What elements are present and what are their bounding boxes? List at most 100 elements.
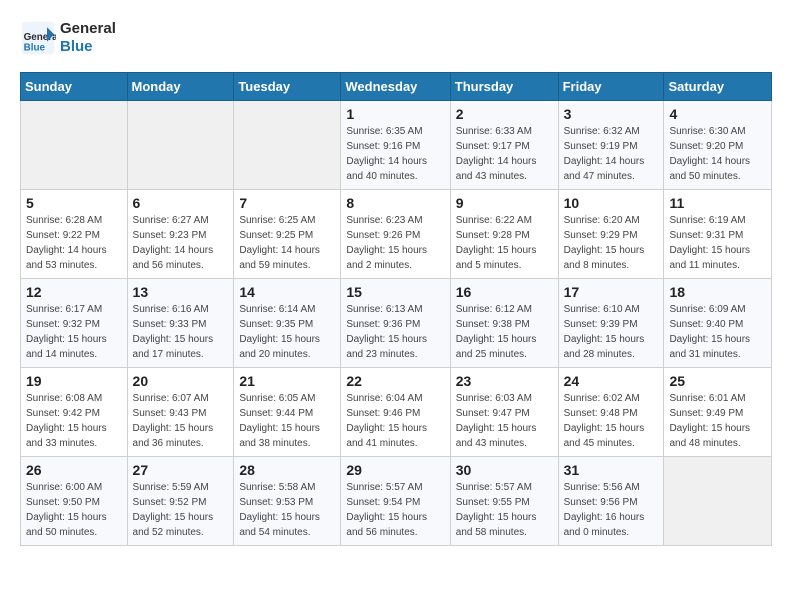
calendar-cell: 5 Sunrise: 6:28 AM Sunset: 9:22 PM Daylig… xyxy=(21,190,128,279)
logo-text-blue: Blue xyxy=(60,38,116,56)
day-number: 3 xyxy=(564,106,659,122)
day-info: Sunrise: 6:23 AM Sunset: 9:26 PM Dayligh… xyxy=(346,213,444,273)
calendar-cell: 6 Sunrise: 6:27 AM Sunset: 9:23 PM Daylig… xyxy=(127,190,234,279)
day-number: 22 xyxy=(346,373,444,389)
page-header: General Blue General Blue xyxy=(20,20,772,56)
day-number: 24 xyxy=(564,373,659,389)
day-number: 20 xyxy=(133,373,229,389)
calendar-cell: 14Sunrise: 6:14 AM Sunset: 9:35 PM Dayli… xyxy=(234,279,341,368)
day-number: 26 xyxy=(26,462,122,478)
day-info: Sunrise: 6:05 AM Sunset: 9:44 PM Dayligh… xyxy=(239,391,335,451)
calendar-cell: 29Sunrise: 5:57 AM Sunset: 9:54 PM Dayli… xyxy=(341,457,450,546)
calendar-cell: 11 Sunrise: 6:19 AM Sunset: 9:31 PM Dayli… xyxy=(664,190,772,279)
day-number: 23 xyxy=(456,373,553,389)
day-info: Sunrise: 6:28 AM Sunset: 9:22 PM Dayligh… xyxy=(26,213,122,273)
day-info: Sunrise: 6:33 AM Sunset: 9:17 PM Dayligh… xyxy=(456,124,553,184)
day-number: 5 xyxy=(26,195,122,211)
day-info: Sunrise: 6:32 AM Sunset: 9:19 PM Dayligh… xyxy=(564,124,659,184)
calendar-cell: 30 Sunrise: 5:57 AM Sunset: 9:55 PM Dayli… xyxy=(450,457,558,546)
day-number: 1 xyxy=(346,106,444,122)
day-number: 6 xyxy=(133,195,229,211)
day-info: Sunrise: 6:04 AM Sunset: 9:46 PM Dayligh… xyxy=(346,391,444,451)
weekday-header-saturday: Saturday xyxy=(664,73,772,101)
calendar-cell: 22 Sunrise: 6:04 AM Sunset: 9:46 PM Dayli… xyxy=(341,368,450,457)
day-number: 21 xyxy=(239,373,335,389)
weekday-header-sunday: Sunday xyxy=(21,73,128,101)
calendar-cell: 28 Sunrise: 5:58 AM Sunset: 9:53 PM Dayli… xyxy=(234,457,341,546)
day-info: Sunrise: 6:20 AM Sunset: 9:29 PM Dayligh… xyxy=(564,213,659,273)
calendar-cell: 2 Sunrise: 6:33 AM Sunset: 9:17 PM Daylig… xyxy=(450,101,558,190)
calendar-cell: 4 Sunrise: 6:30 AM Sunset: 9:20 PM Daylig… xyxy=(664,101,772,190)
calendar-cell: 27 Sunrise: 5:59 AM Sunset: 9:52 PM Dayli… xyxy=(127,457,234,546)
calendar-cell: 25 Sunrise: 6:01 AM Sunset: 9:49 PM Dayli… xyxy=(664,368,772,457)
day-number: 2 xyxy=(456,106,553,122)
day-info: Sunrise: 6:13 AM Sunset: 9:36 PM Dayligh… xyxy=(346,302,444,362)
calendar-week-row: 12Sunrise: 6:17 AM Sunset: 9:32 PM Dayli… xyxy=(21,279,772,368)
day-info: Sunrise: 5:57 AM Sunset: 9:54 PM Dayligh… xyxy=(346,480,444,540)
weekday-header-row: SundayMondayTuesdayWednesdayThursdayFrid… xyxy=(21,73,772,101)
calendar-table: SundayMondayTuesdayWednesdayThursdayFrid… xyxy=(20,72,772,546)
calendar-cell: 17Sunrise: 6:10 AM Sunset: 9:39 PM Dayli… xyxy=(558,279,664,368)
calendar-cell: 12Sunrise: 6:17 AM Sunset: 9:32 PM Dayli… xyxy=(21,279,128,368)
day-number: 10 xyxy=(564,195,659,211)
day-info: Sunrise: 5:59 AM Sunset: 9:52 PM Dayligh… xyxy=(133,480,229,540)
calendar-cell: 9 Sunrise: 6:22 AM Sunset: 9:28 PM Daylig… xyxy=(450,190,558,279)
calendar-cell: 31 Sunrise: 5:56 AM Sunset: 9:56 PM Dayli… xyxy=(558,457,664,546)
logo-text-general: General xyxy=(60,20,116,38)
calendar-week-row: 19 Sunrise: 6:08 AM Sunset: 9:42 PM Dayli… xyxy=(21,368,772,457)
day-number: 15 xyxy=(346,284,444,300)
day-info: Sunrise: 6:30 AM Sunset: 9:20 PM Dayligh… xyxy=(669,124,766,184)
calendar-week-row: 1 Sunrise: 6:35 AM Sunset: 9:16 PM Daylig… xyxy=(21,101,772,190)
calendar-cell: 16Sunrise: 6:12 AM Sunset: 9:38 PM Dayli… xyxy=(450,279,558,368)
day-info: Sunrise: 6:01 AM Sunset: 9:49 PM Dayligh… xyxy=(669,391,766,451)
calendar-cell: 15 Sunrise: 6:13 AM Sunset: 9:36 PM Dayli… xyxy=(341,279,450,368)
calendar-header: SundayMondayTuesdayWednesdayThursdayFrid… xyxy=(21,73,772,101)
day-info: Sunrise: 6:07 AM Sunset: 9:43 PM Dayligh… xyxy=(133,391,229,451)
day-number: 19 xyxy=(26,373,122,389)
day-number: 8 xyxy=(346,195,444,211)
day-info: Sunrise: 6:09 AM Sunset: 9:40 PM Dayligh… xyxy=(669,302,766,362)
calendar-cell: 1 Sunrise: 6:35 AM Sunset: 9:16 PM Daylig… xyxy=(341,101,450,190)
day-number: 11 xyxy=(669,195,766,211)
day-number: 9 xyxy=(456,195,553,211)
day-number: 25 xyxy=(669,373,766,389)
day-number: 12 xyxy=(26,284,122,300)
day-info: Sunrise: 6:19 AM Sunset: 9:31 PM Dayligh… xyxy=(669,213,766,273)
day-number: 4 xyxy=(669,106,766,122)
day-info: Sunrise: 5:58 AM Sunset: 9:53 PM Dayligh… xyxy=(239,480,335,540)
day-info: Sunrise: 6:25 AM Sunset: 9:25 PM Dayligh… xyxy=(239,213,335,273)
calendar-cell xyxy=(234,101,341,190)
calendar-cell xyxy=(127,101,234,190)
calendar-cell: 10 Sunrise: 6:20 AM Sunset: 9:29 PM Dayli… xyxy=(558,190,664,279)
day-info: Sunrise: 6:22 AM Sunset: 9:28 PM Dayligh… xyxy=(456,213,553,273)
day-info: Sunrise: 6:02 AM Sunset: 9:48 PM Dayligh… xyxy=(564,391,659,451)
calendar-cell: 20 Sunrise: 6:07 AM Sunset: 9:43 PM Dayli… xyxy=(127,368,234,457)
calendar-cell xyxy=(21,101,128,190)
svg-text:Blue: Blue xyxy=(24,43,46,54)
day-info: Sunrise: 6:14 AM Sunset: 9:35 PM Dayligh… xyxy=(239,302,335,362)
day-info: Sunrise: 6:27 AM Sunset: 9:23 PM Dayligh… xyxy=(133,213,229,273)
day-info: Sunrise: 6:35 AM Sunset: 9:16 PM Dayligh… xyxy=(346,124,444,184)
calendar-week-row: 26 Sunrise: 6:00 AM Sunset: 9:50 PM Dayli… xyxy=(21,457,772,546)
day-info: Sunrise: 5:56 AM Sunset: 9:56 PM Dayligh… xyxy=(564,480,659,540)
calendar-cell: 19 Sunrise: 6:08 AM Sunset: 9:42 PM Dayli… xyxy=(21,368,128,457)
day-number: 28 xyxy=(239,462,335,478)
weekday-header-wednesday: Wednesday xyxy=(341,73,450,101)
day-number: 27 xyxy=(133,462,229,478)
day-number: 7 xyxy=(239,195,335,211)
page-container: General Blue General Blue SundayMondayTu… xyxy=(0,0,792,556)
day-info: Sunrise: 5:57 AM Sunset: 9:55 PM Dayligh… xyxy=(456,480,553,540)
calendar-cell: 8 Sunrise: 6:23 AM Sunset: 9:26 PM Daylig… xyxy=(341,190,450,279)
calendar-cell: 26 Sunrise: 6:00 AM Sunset: 9:50 PM Dayli… xyxy=(21,457,128,546)
calendar-cell: 21 Sunrise: 6:05 AM Sunset: 9:44 PM Dayli… xyxy=(234,368,341,457)
day-number: 31 xyxy=(564,462,659,478)
calendar-cell: 18Sunrise: 6:09 AM Sunset: 9:40 PM Dayli… xyxy=(664,279,772,368)
day-info: Sunrise: 6:08 AM Sunset: 9:42 PM Dayligh… xyxy=(26,391,122,451)
weekday-header-friday: Friday xyxy=(558,73,664,101)
day-info: Sunrise: 6:03 AM Sunset: 9:47 PM Dayligh… xyxy=(456,391,553,451)
calendar-cell: 3 Sunrise: 6:32 AM Sunset: 9:19 PM Daylig… xyxy=(558,101,664,190)
calendar-cell xyxy=(664,457,772,546)
calendar-cell: 13Sunrise: 6:16 AM Sunset: 9:33 PM Dayli… xyxy=(127,279,234,368)
day-number: 30 xyxy=(456,462,553,478)
day-info: Sunrise: 6:00 AM Sunset: 9:50 PM Dayligh… xyxy=(26,480,122,540)
